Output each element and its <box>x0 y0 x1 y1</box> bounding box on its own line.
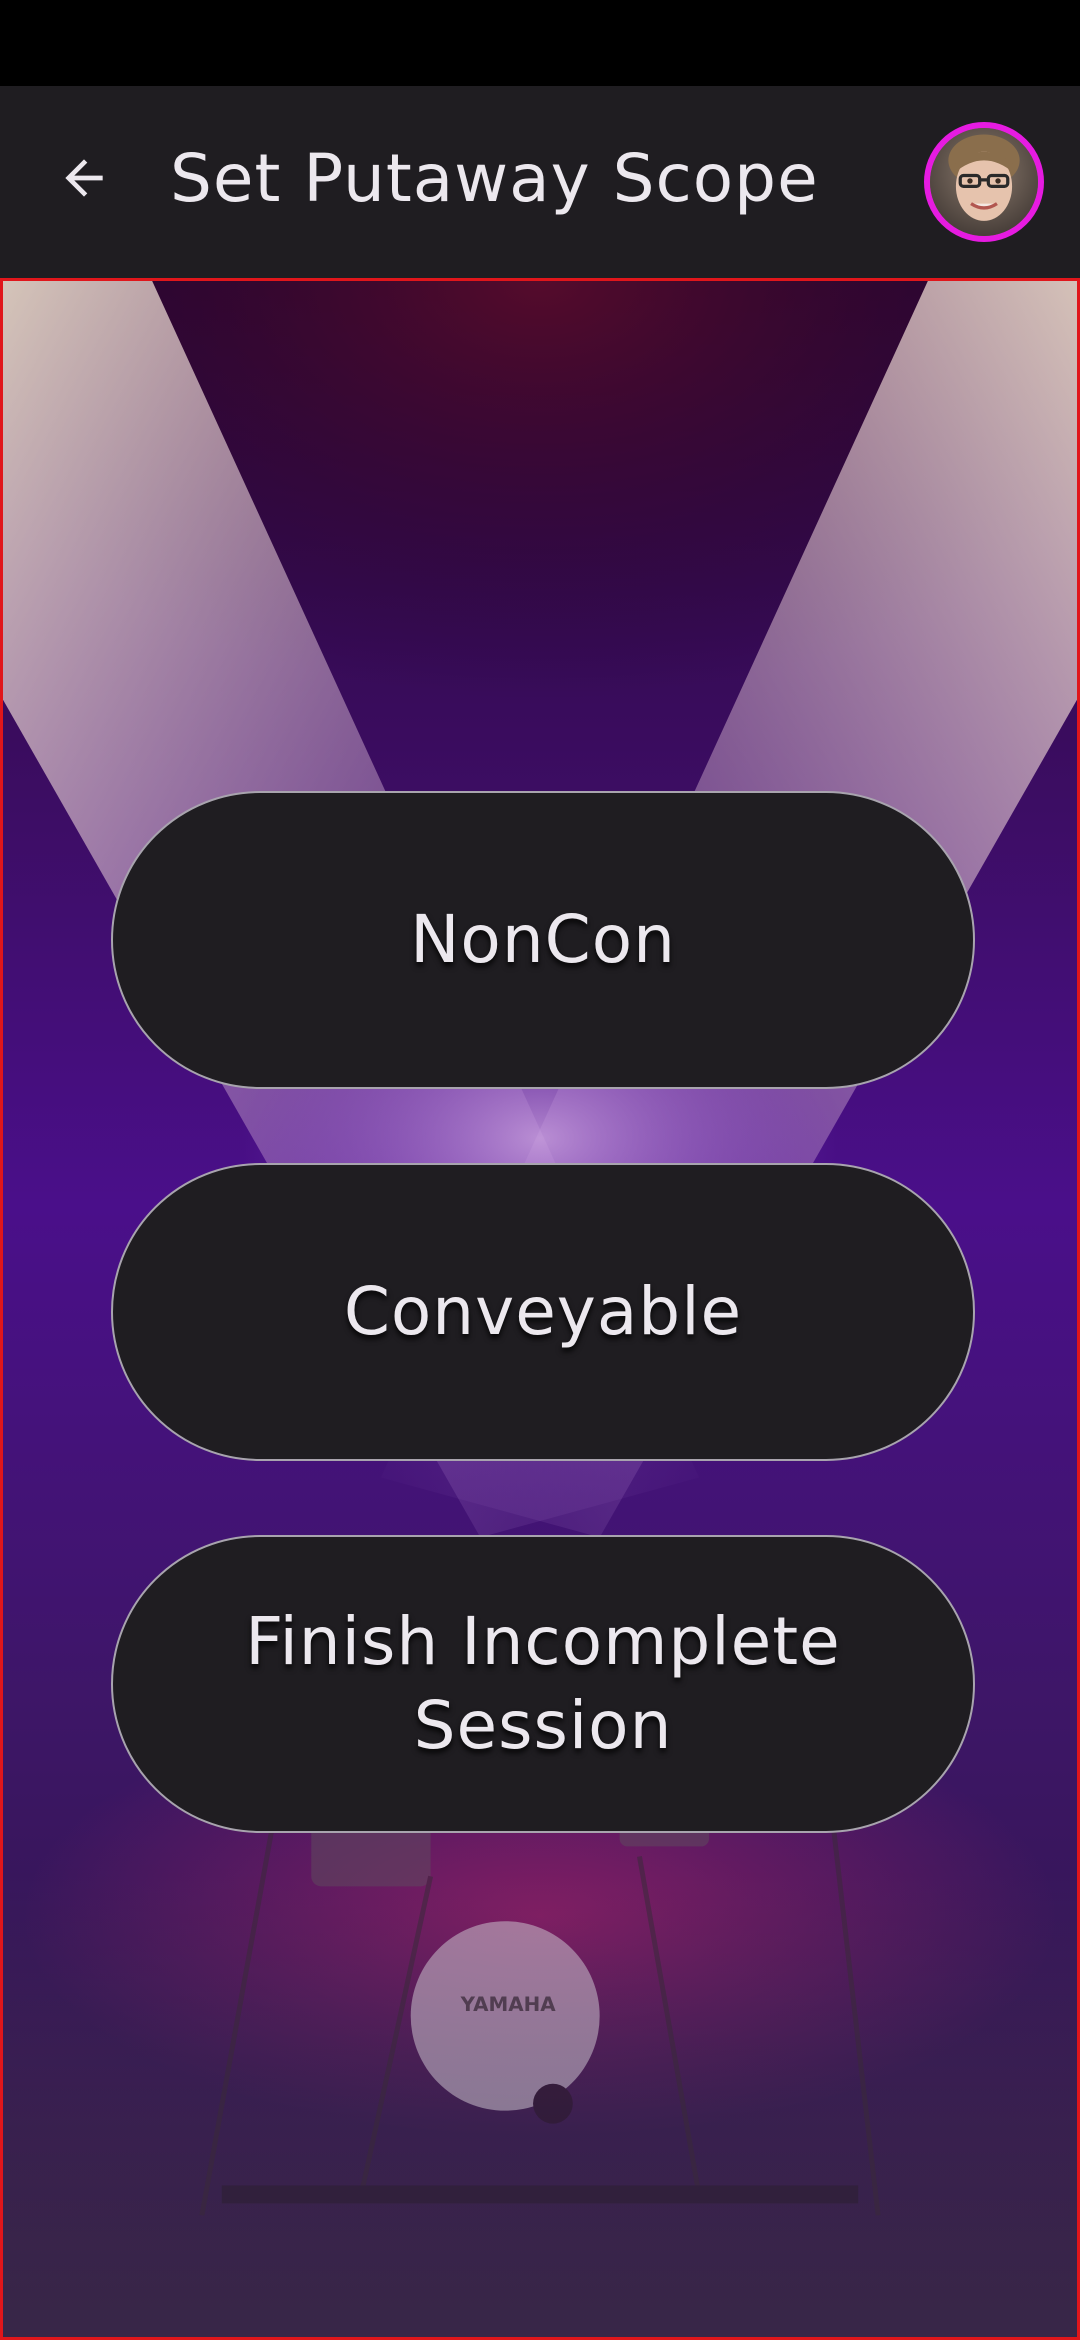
noncon-button[interactable]: NonCon <box>111 791 975 1089</box>
back-button[interactable] <box>48 138 120 218</box>
arrow-left-icon <box>65 159 103 197</box>
finish-incomplete-session-button-label: Finish Incomplete Session <box>245 1603 841 1764</box>
avatar[interactable] <box>924 122 1044 242</box>
drum-brand-label: YAMAHA <box>460 1993 557 2016</box>
conveyable-button-label: Conveyable <box>343 1273 743 1350</box>
page-title: Set Putaway Scope <box>170 139 819 217</box>
user-avatar-icon <box>930 128 1038 236</box>
app-bar: Set Putaway Scope <box>0 86 1080 278</box>
finish-incomplete-session-button[interactable]: Finish Incomplete Session <box>111 1535 975 1833</box>
putaway-scope-panel: YAMAHA NonCon Conveyable Finish Incomple… <box>0 278 1080 2340</box>
conveyable-button[interactable]: Conveyable <box>111 1163 975 1461</box>
noncon-button-label: NonCon <box>410 901 676 978</box>
status-bar <box>0 0 1080 86</box>
